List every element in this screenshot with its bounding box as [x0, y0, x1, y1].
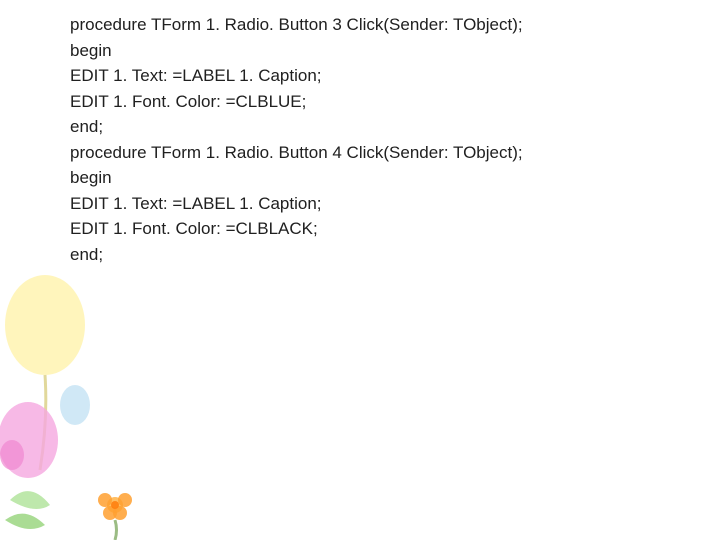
background-decoration [0, 240, 200, 540]
code-line: EDIT 1. Font. Color: =CLBLUE; [70, 89, 523, 115]
code-line: end; [70, 114, 523, 140]
code-line: end; [70, 242, 523, 268]
code-line: begin [70, 165, 523, 191]
code-line: procedure TForm 1. Radio. Button 3 Click… [70, 12, 523, 38]
code-line: begin [70, 38, 523, 64]
code-block: procedure TForm 1. Radio. Button 3 Click… [70, 12, 523, 267]
code-line: EDIT 1. Text: =LABEL 1. Caption; [70, 63, 523, 89]
code-line: procedure TForm 1. Radio. Button 4 Click… [70, 140, 523, 166]
code-line: EDIT 1. Text: =LABEL 1. Caption; [70, 191, 523, 217]
code-line: EDIT 1. Font. Color: =CLBLACK; [70, 216, 523, 242]
